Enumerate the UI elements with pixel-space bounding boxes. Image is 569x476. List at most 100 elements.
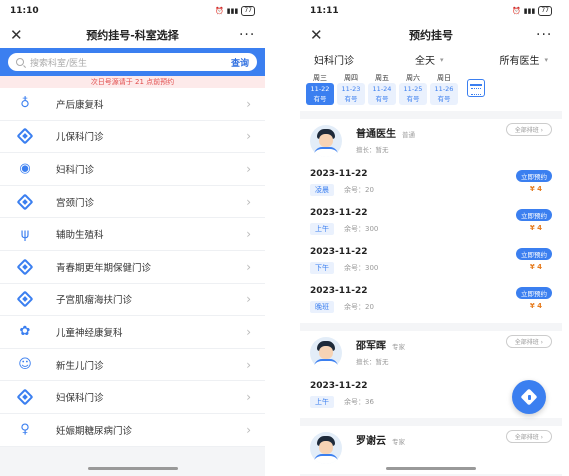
date-box: 11-25 有号 xyxy=(399,83,427,105)
schedule-slot: 2023-11-22 晚班 余号：20 立即预约 ¥ 4 xyxy=(310,284,552,323)
date-tab[interactable]: 周三 11-22 有号 xyxy=(306,73,334,105)
diamond-icon xyxy=(16,258,34,276)
department-item[interactable]: ♀ 妊娠期糖尿病门诊 › xyxy=(0,414,265,447)
slot-remaining: 余号：36 xyxy=(344,398,374,406)
chevron-right-icon: › xyxy=(246,129,251,144)
doctor-name-row: 邵军晖 专家 xyxy=(356,337,506,352)
slot-remaining: 余号：300 xyxy=(344,264,379,272)
chevron-down-icon: ▾ xyxy=(439,55,444,64)
department-item[interactable]: ☺ 新生儿门诊 › xyxy=(0,349,265,382)
department-label: 妇保科门诊 xyxy=(56,393,104,405)
date-tab[interactable]: 周五 11-24 有号 xyxy=(368,73,396,105)
department-item[interactable]: ◉ 妇科门诊 › xyxy=(0,153,265,186)
book-now-button[interactable]: 立即预约 xyxy=(516,209,552,221)
doctor-avatar xyxy=(310,125,342,157)
doctor-title: 专家 xyxy=(392,343,405,351)
signal-icon: ▮▮▮ xyxy=(226,7,239,15)
department-label: 宫颈门诊 xyxy=(56,197,95,209)
doctor-name: 普通医生 xyxy=(356,129,396,140)
department-label: 子宫肌瘤海扶门诊 xyxy=(56,295,133,307)
slot-period: 下午 xyxy=(310,262,334,274)
status-icons: ⏰ ▮▮▮ 77 xyxy=(512,6,552,16)
home-indicator xyxy=(87,467,178,470)
department-item[interactable]: 妇保科门诊 › xyxy=(0,381,265,414)
department-select-screen: 11:10 ⏰ ▮▮▮ 77 ✕ 预约挂号-科室选择 ··· 搜索科室/医生 查… xyxy=(0,0,265,476)
slot-remaining: 余号：20 xyxy=(344,186,374,194)
signal-icon: ▮▮▮ xyxy=(523,7,536,15)
chevron-right-icon: › xyxy=(246,96,251,111)
slot-remaining: 余号：300 xyxy=(344,225,379,233)
book-now-button[interactable]: 立即预约 xyxy=(516,287,552,299)
floating-action-button[interactable] xyxy=(512,380,546,414)
diamond-icon xyxy=(16,388,34,406)
doctor-title: 普通 xyxy=(402,131,415,139)
more-icon[interactable]: ··· xyxy=(239,27,255,43)
slot-period: 上午 xyxy=(310,223,334,235)
book-now-button[interactable]: 立即预约 xyxy=(516,170,552,182)
search-button[interactable]: 查询 xyxy=(231,56,249,69)
all-schedule-button[interactable]: 全部排班 › xyxy=(505,430,552,443)
date-tab[interactable]: 周四 11-23 有号 xyxy=(337,73,365,105)
department-label: 妊娠期糖尿病门诊 xyxy=(56,425,133,437)
diamond-icon xyxy=(16,290,34,308)
slot-price: ¥ 4 xyxy=(529,185,542,193)
date-tab[interactable]: 周日 11-26 有号 xyxy=(430,73,458,105)
chevron-right-icon: › xyxy=(246,422,251,437)
doctor-name-row: 普通医生 普通 xyxy=(356,125,506,140)
diamond-icon xyxy=(16,193,34,211)
status-bar: 11:11 ⏰ ▮▮▮ 77 xyxy=(300,0,562,22)
brain-icon: ✿ xyxy=(19,324,31,340)
doctor-title: 专家 xyxy=(392,438,405,446)
filter-label: 所有医生 xyxy=(499,56,540,67)
date-selector: 周三 11-22 有号 周四 11-23 有号 周五 11-24 有号 周六 11-25 有号 周日 11… xyxy=(300,69,562,111)
department-label: 青春期更年期保健门诊 xyxy=(56,262,152,274)
search-icon xyxy=(16,58,24,66)
all-schedule-button[interactable]: 全部排班 › xyxy=(505,123,552,136)
doctor-header: 邵军晖 专家 擅长：暂无 全部排班 › xyxy=(310,331,552,379)
search-input[interactable]: 搜索科室/医生 查询 xyxy=(8,53,257,71)
page-title: 预约挂号 xyxy=(409,29,453,42)
department-item[interactable]: 子宫肌瘤海扶门诊 › xyxy=(0,284,265,317)
schedule-slot: 2023-11-22 上午 余号：300 立即预约 ¥ 4 xyxy=(310,206,552,245)
date-weekday: 周日 xyxy=(437,74,451,82)
close-icon[interactable]: ✕ xyxy=(10,26,26,44)
status-time: 11:10 xyxy=(10,6,39,16)
filter-dropdown[interactable]: 全天 ▾ xyxy=(415,52,444,68)
schedule-slot: 2023-11-22 凌晨 余号：20 立即预约 ¥ 4 xyxy=(310,167,552,206)
filter-dropdown[interactable]: 妇科门诊 xyxy=(314,52,359,67)
calendar-icon[interactable] xyxy=(467,79,485,97)
all-schedule-button[interactable]: 全部排班 › xyxy=(505,335,552,348)
book-now-button[interactable]: 立即预约 xyxy=(516,248,552,260)
slot-date: 2023-11-22 xyxy=(310,286,368,296)
uterus-icon: ψ xyxy=(20,226,30,242)
slot-period: 凌晨 xyxy=(310,184,334,196)
department-item[interactable]: ✿ 儿童神经康复科 › xyxy=(0,316,265,349)
availability-status: 有号 xyxy=(375,95,389,103)
booking-notice: 次日号源请于 21 点前预约 xyxy=(0,76,265,88)
chevron-right-icon: › xyxy=(246,194,251,209)
department-item[interactable]: 宫颈门诊 › xyxy=(0,186,265,219)
department-label: 儿保科门诊 xyxy=(56,132,104,144)
status-bar: 11:10 ⏰ ▮▮▮ 77 xyxy=(0,0,265,22)
date-value: 11-23 xyxy=(341,85,361,93)
diamond-shape xyxy=(16,193,34,211)
date-weekday: 周三 xyxy=(313,74,327,82)
availability-status: 有号 xyxy=(437,95,451,103)
department-item[interactable]: 儿保科门诊 › xyxy=(0,121,265,154)
doctor-card: 普通医生 普通 擅长：暂无 全部排班 › 2023-11-22 凌晨 余号：20 立即预约 ¥ … xyxy=(300,119,562,323)
availability-status: 有号 xyxy=(313,95,327,103)
battery-icon: 77 xyxy=(538,6,552,16)
date-weekday: 周五 xyxy=(375,74,389,82)
more-icon[interactable]: ··· xyxy=(536,27,552,43)
close-icon[interactable]: ✕ xyxy=(310,26,326,44)
search-placeholder: 搜索科室/医生 xyxy=(30,58,88,69)
date-tab[interactable]: 周六 11-25 有号 xyxy=(399,73,427,105)
department-item[interactable]: ψ 辅助生殖科 › xyxy=(0,218,265,251)
avatar-face xyxy=(319,134,333,147)
filter-dropdown[interactable]: 所有医生 ▾ xyxy=(499,52,548,68)
chevron-right-icon: › xyxy=(246,292,251,307)
slot-date: 2023-11-22 xyxy=(310,381,368,391)
department-item[interactable]: 青春期更年期保健门诊 › xyxy=(0,251,265,284)
department-item[interactable]: ♁ 产后康复科 › xyxy=(0,88,265,121)
date-value: 11-22 xyxy=(310,85,330,93)
